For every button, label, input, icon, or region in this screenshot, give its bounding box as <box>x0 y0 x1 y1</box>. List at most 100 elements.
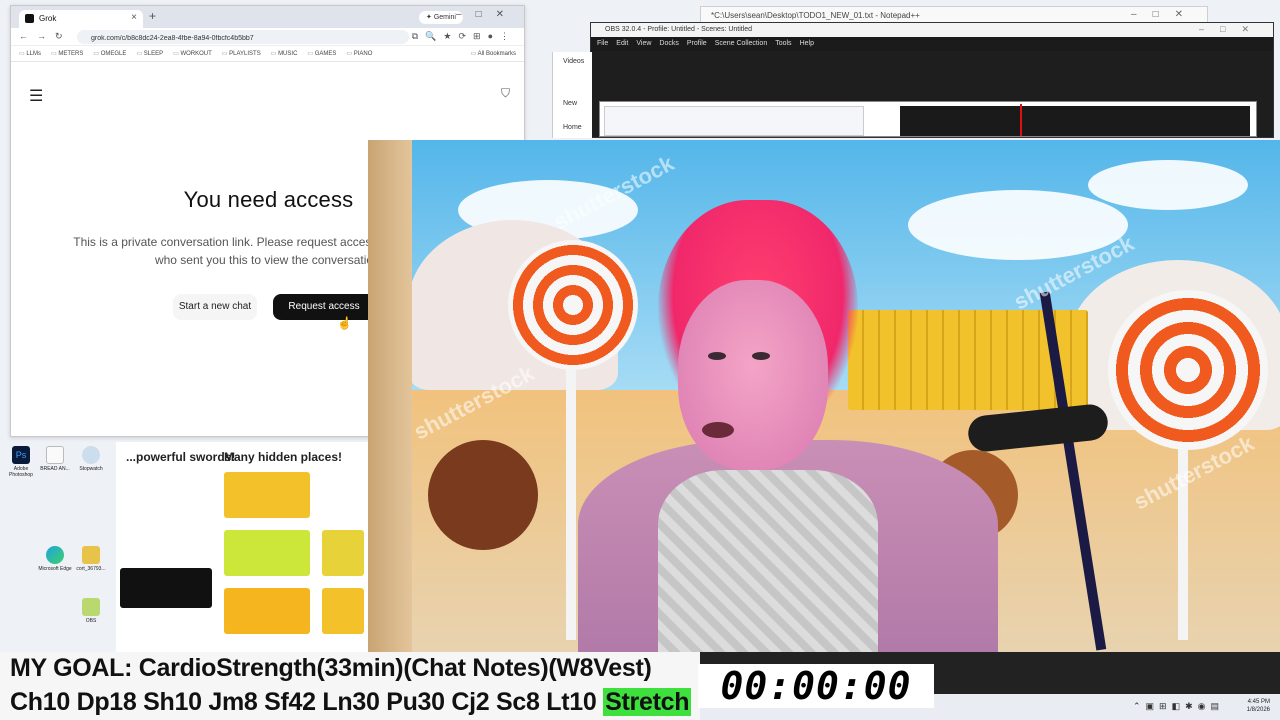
stats-text: Ch10 Dp18 Sh10 Jm8 Sf42 Ln30 Pu30 Cj2 Sc… <box>10 688 597 716</box>
cam-cloud <box>1088 160 1248 210</box>
clock-time: 4:45 PM <box>1247 699 1270 705</box>
obs-menu-scene-collection[interactable]: Scene Collection <box>715 40 768 51</box>
infographic-tile <box>120 568 212 608</box>
bookmark-meters[interactable]: METERS <box>51 50 83 57</box>
infographic-tile <box>224 472 310 518</box>
desktop-icon-label: cort_36793... <box>76 566 106 572</box>
cam-person-mouth <box>702 422 734 438</box>
file-icon[interactable]: cort_36793... <box>74 546 108 572</box>
start-new-chat-button[interactable]: Start a new chat <box>173 294 257 320</box>
bookmark-omegle[interactable]: OMEGLE <box>93 50 127 57</box>
toolbar-icons[interactable]: ⧉🔍★⟳⊞●⋮ <box>412 31 516 42</box>
bookmark-playlists[interactable]: PLAYLISTS <box>222 50 261 57</box>
taskbar-clock[interactable]: 4:45 PM 1/8/2026 <box>1247 698 1270 714</box>
desktop-icons: Ps Adobe Photoshop BREAD AN... Stopwatch… <box>0 442 120 652</box>
cam-person-shirt <box>658 470 878 652</box>
obs-menu-help[interactable]: Help <box>800 40 814 51</box>
cam-wooden-pole <box>368 140 412 652</box>
infographic-heading-right: Many hidden places! <box>224 450 343 464</box>
notepad-title: *C:\Users\sean\Desktop\TODO1_NEW_01.txt … <box>711 11 920 20</box>
stats-ticker: Ch10 Dp18 Sh10 Jm8 Sf42 Ln30 Pu30 Cj2 Sc… <box>0 686 700 720</box>
bookmarks-bar: LLMs METERS OMEGLE SLEEP WORKOUT PLAYLIS… <box>11 46 524 62</box>
obs-menu-tools[interactable]: Tools <box>775 40 791 51</box>
desktop-icon-label: BREAD AN... <box>40 466 70 472</box>
tab-title: Grok <box>39 14 57 23</box>
file-glyph <box>82 546 100 564</box>
clock-date: 1/8/2026 <box>1246 707 1270 713</box>
bookmark-llms[interactable]: LLMs <box>19 50 41 57</box>
obs-menu-view[interactable]: View <box>636 40 651 51</box>
obs-menu-profile[interactable]: Profile <box>687 40 707 51</box>
close-tab-icon[interactable]: × <box>131 12 137 23</box>
tab-strip: Grok × + ✦ Gemini –□✕ <box>11 6 524 28</box>
infographic-tile <box>224 588 310 634</box>
bookmark-workout[interactable]: WORKOUT <box>173 50 211 57</box>
infographic-tile <box>224 530 310 576</box>
preview-obs-thumb <box>900 106 1250 136</box>
omnibar: ←→↻ ⧉🔍★⟳⊞●⋮ <box>11 28 524 46</box>
desktop-icon-label: Microsoft Edge <box>38 566 72 572</box>
obs-window-controls[interactable]: –□✕ <box>1199 24 1265 35</box>
stopwatch-glyph <box>82 446 100 464</box>
obs-menu-file[interactable]: File <box>597 40 608 51</box>
stretch-highlight: Stretch <box>603 688 692 716</box>
all-bookmarks[interactable]: All Bookmarks <box>471 50 516 57</box>
menu-icon[interactable]: ☰ <box>29 86 43 106</box>
grok-favicon-icon <box>25 14 34 23</box>
infographic-heading-left: ...powerful swords! <box>126 450 236 464</box>
bg-row-home[interactable]: Home <box>563 124 582 131</box>
bookmark-sleep[interactable]: SLEEP <box>136 50 163 57</box>
preview-red-marker <box>1020 104 1022 136</box>
notepad-window-controls[interactable]: –□✕ <box>1131 9 1199 20</box>
cam-lollipop <box>508 240 638 370</box>
infographic-tile <box>322 588 364 634</box>
cam-person-face <box>678 280 828 470</box>
obs-title: OBS 32.0.4 - Profile: Untitled - Scenes:… <box>605 26 753 33</box>
obs-shortcut-glyph <box>82 598 100 616</box>
bookmark-piano[interactable]: PIANO <box>346 50 373 57</box>
obs-menu-docks[interactable]: Docks <box>659 40 678 51</box>
hand-cursor-icon: ☝ <box>337 316 352 330</box>
stopwatch-timer: 00:00:00 <box>698 664 934 708</box>
browser-window-controls[interactable]: –□✕ <box>456 9 518 20</box>
edge-glyph <box>46 546 64 564</box>
desktop-icon-label: OBS <box>85 618 97 624</box>
edge-icon[interactable]: Microsoft Edge <box>38 546 72 572</box>
obs-titlebar: OBS 32.0.4 - Profile: Untitled - Scenes:… <box>591 23 1273 37</box>
private-chat-icon[interactable]: ⛉ <box>501 86 510 101</box>
desktop: *C:\Users\sean\Desktop\TODO1_NEW_01.txt … <box>0 0 1280 720</box>
cam-person-eye <box>752 352 770 360</box>
cam-person-eye <box>708 352 726 360</box>
cam-chocolate-ball <box>428 440 538 550</box>
obs-menu-edit[interactable]: Edit <box>616 40 628 51</box>
desktop-icon-label: Stopwatch <box>79 466 103 472</box>
nav-buttons[interactable]: ←→↻ <box>19 31 72 42</box>
infographic-image: ...powerful swords! Many hidden places! <box>116 442 368 652</box>
document-icon[interactable]: BREAD AN... <box>38 446 72 472</box>
cam-lollipop <box>1108 290 1268 450</box>
goal-ticker: MY GOAL: CardioStrength(33min)(Chat Note… <box>0 652 700 686</box>
bookmark-games[interactable]: GAMES <box>307 50 337 57</box>
document-glyph <box>46 446 64 464</box>
address-bar[interactable] <box>77 30 409 44</box>
new-tab-icon[interactable]: + <box>149 9 156 23</box>
preview-browser-thumb <box>604 106 864 136</box>
cam-lollipop-stick <box>566 360 576 640</box>
stopwatch-icon[interactable]: Stopwatch <box>74 446 108 472</box>
system-tray-icons[interactable]: ⌃▣⊞◧✱◉▤ <box>1133 701 1224 712</box>
obs-preview[interactable] <box>599 101 1257 137</box>
gemini-label: Gemini <box>433 14 456 21</box>
bg-row-videos[interactable]: Videos <box>563 58 584 65</box>
obs-menubar: File Edit View Docks Profile Scene Colle… <box>591 37 1273 51</box>
webcam-overlay: shutterstock shutterstock shutterstock s… <box>368 140 1280 652</box>
photoshop-glyph: Ps <box>12 446 30 464</box>
desktop-icon-label: Adobe Photoshop <box>9 466 33 478</box>
photoshop-icon[interactable]: Ps Adobe Photoshop <box>4 446 38 478</box>
background-browser-window[interactable]: Videos New Home <box>552 52 592 138</box>
tab-grok[interactable]: Grok × <box>19 10 143 28</box>
request-access-button[interactable]: Request access <box>273 294 375 320</box>
obs-window[interactable]: OBS 32.0.4 - Profile: Untitled - Scenes:… <box>590 22 1274 138</box>
obs-shortcut-icon[interactable]: OBS <box>74 598 108 624</box>
bookmark-music[interactable]: MUSIC <box>271 50 297 57</box>
bg-row-new[interactable]: New <box>563 100 577 107</box>
